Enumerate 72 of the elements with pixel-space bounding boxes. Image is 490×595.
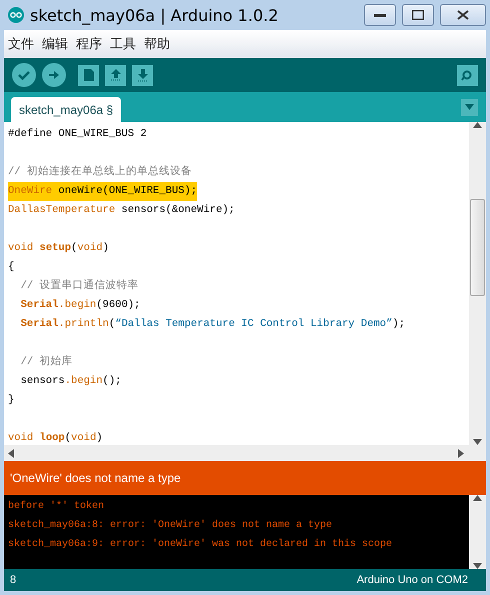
code-text: } (8, 393, 14, 408)
code-text: sensors (20, 374, 65, 389)
new-button[interactable] (78, 64, 99, 86)
function-name: Serial (20, 298, 58, 313)
function-name: setup (40, 241, 72, 256)
scroll-down-arrow-icon[interactable] (473, 438, 482, 445)
board-info: Arduino Uno on COM2 (356, 574, 468, 586)
maximize-icon (412, 10, 424, 20)
code-text: ( (71, 241, 78, 256)
code-text: #define ONE_WIRE_BUS 2 (8, 127, 147, 142)
magnifier-icon (460, 68, 474, 82)
line-number: 8 (10, 574, 16, 586)
keyword-text: void (71, 431, 96, 445)
maximize-button[interactable] (402, 4, 434, 26)
verify-button[interactable] (12, 63, 36, 87)
save-button[interactable] (132, 64, 153, 86)
keyword-text: .begin (64, 374, 103, 389)
serial-monitor-button[interactable] (457, 64, 478, 86)
menu-item[interactable]: 编辑 (42, 35, 68, 53)
down-arrow-icon (136, 68, 148, 82)
function-name: loop (40, 431, 65, 445)
keyword-text: void (8, 431, 34, 445)
code-text: (9600); (96, 298, 140, 313)
minimize-icon (374, 13, 386, 17)
keyword-text: void (8, 241, 34, 256)
scroll-up-arrow-icon[interactable] (473, 495, 482, 501)
tab-menu-button[interactable] (461, 98, 478, 116)
string-literal: “Dallas Temperature IC Control Library Demo” (115, 317, 392, 332)
open-button[interactable] (105, 64, 126, 86)
menu-item[interactable]: 文件 (8, 35, 34, 53)
checkmark-icon (17, 68, 31, 82)
code-text: ) (96, 431, 103, 445)
console-line: sketch_may06a:8: error: 'OneWire' does not name a type (8, 518, 334, 533)
menu-item[interactable]: 帮助 (144, 35, 170, 53)
keyword-text: .println (58, 317, 109, 332)
scroll-left-arrow-icon[interactable] (8, 448, 14, 458)
right-arrow-icon (47, 68, 61, 82)
close-icon (457, 10, 469, 20)
keyword-text: .begin (58, 298, 96, 313)
scrollbar-thumb[interactable] (470, 199, 485, 296)
code-text: (); (102, 374, 122, 389)
code-comment: // 设置串口通信波特率 (20, 278, 139, 294)
up-arrow-icon (110, 68, 122, 82)
error-message: 'OneWire' does not name a type (4, 461, 486, 495)
scroll-right-arrow-icon[interactable] (458, 448, 464, 458)
keyword-text: OneWire (8, 184, 52, 199)
code-text: ( (64, 431, 72, 445)
keyword-text: void (77, 241, 103, 256)
scroll-up-arrow-icon[interactable] (473, 122, 482, 128)
scroll-down-arrow-icon[interactable] (473, 563, 482, 569)
window-title: sketch_may06a | Arduino 1.0.2 (30, 6, 280, 24)
code-text: { (8, 260, 14, 275)
code-comment: // 初始连接在单总线上的单总线设备 (8, 164, 192, 180)
keyword-text: DallasTemperature (8, 203, 116, 218)
function-name: Serial (20, 317, 58, 332)
console-line: before '*' token (8, 500, 106, 514)
app-logo-icon (8, 7, 24, 23)
caret-icon (465, 104, 474, 110)
menu-item[interactable]: 程序 (76, 35, 102, 53)
code-text: ( (108, 317, 116, 332)
code-comment: // 初始库 (20, 354, 73, 370)
code-text: sensors(&oneWire); (120, 203, 235, 218)
code-text: ); (392, 317, 406, 332)
console-line: sketch_may06a:9: error: 'oneWire' was not declared in this scope (8, 538, 394, 552)
code-text: oneWire(ONE_WIRE_BUS); (57, 184, 198, 199)
menu-item[interactable]: 工具 (110, 35, 136, 53)
minimize-button[interactable] (364, 4, 396, 26)
close-button[interactable] (440, 4, 486, 26)
file-tab[interactable]: sketch_may06a § (11, 97, 122, 122)
document-icon (82, 68, 94, 82)
code-text: ) (102, 241, 109, 256)
upload-button[interactable] (42, 63, 66, 87)
